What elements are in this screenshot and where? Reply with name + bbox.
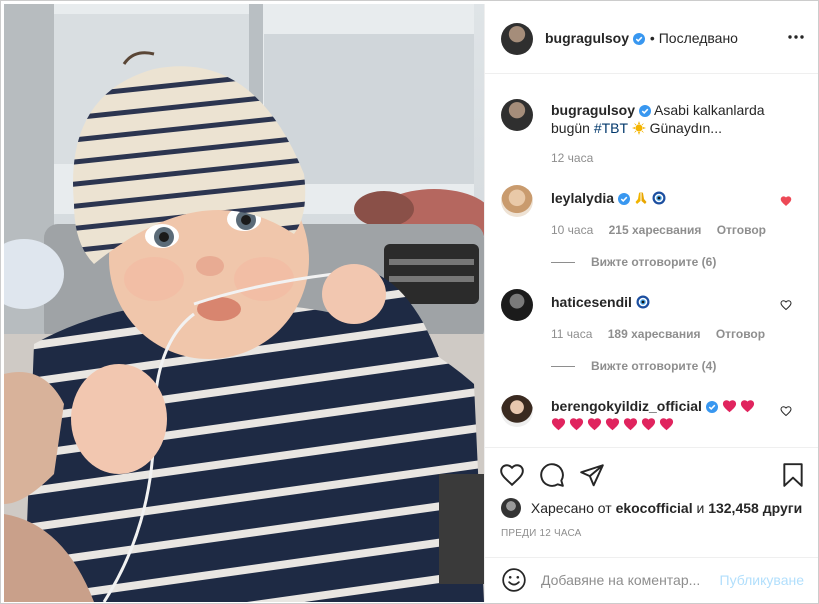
verified-icon: [705, 401, 718, 413]
follow-status-button[interactable]: Последвано: [659, 30, 738, 46]
red-heart-emoji: [605, 418, 620, 431]
comment-input[interactable]: [541, 570, 711, 590]
caption-meta: 12 часа: [551, 151, 605, 165]
verified-icon: [633, 33, 646, 45]
smiley-icon[interactable]: [501, 567, 527, 593]
comments-list[interactable]: bugragulsoy Asabi kalkanlarda bugün #TBT…: [485, 75, 818, 447]
reply-button[interactable]: Отговор: [716, 327, 765, 341]
liked-by-user[interactable]: ekocofficial: [616, 500, 693, 516]
caption-username[interactable]: bugragulsoy: [551, 102, 635, 118]
comment-body: haticesendil: [551, 293, 771, 311]
post-actions-section: Харесано от ekocofficial и 132,458 други…: [485, 447, 818, 557]
post-header: bugragulsoy • Последвано: [485, 4, 818, 74]
liked-by-summary[interactable]: Харесано от ekocofficial и 132,458 други: [501, 498, 802, 518]
verified-icon: [638, 105, 651, 117]
red-heart-emoji: [569, 418, 584, 431]
comment-body: berengokyildiz_official: [551, 397, 781, 433]
owner-row: bugragulsoy • Последвано: [545, 30, 738, 48]
post-side-panel: bugragulsoy • Последвано bugragulsoy Asa…: [484, 4, 818, 602]
caption-time[interactable]: 12 часа: [551, 151, 593, 165]
nazar-emoji: [652, 191, 666, 205]
view-replies-button[interactable]: Вижте отговорите (4): [551, 359, 716, 373]
share-icon[interactable]: [579, 462, 605, 488]
comment-likes[interactable]: 189 харесвания: [608, 327, 701, 341]
view-replies-label: Вижте отговорите (6): [591, 255, 717, 269]
red-heart-emoji: [722, 400, 736, 413]
liked-by-and: и: [696, 500, 705, 516]
caption-owner-avatar[interactable]: [501, 99, 533, 131]
verified-icon: [617, 193, 630, 205]
commenter-avatar[interactable]: [501, 185, 533, 217]
replies-divider: [551, 366, 575, 368]
comment-body: leylalydia: [551, 189, 771, 207]
caption-text-1: Asabi kalkanlarda: [654, 102, 765, 118]
liker-avatar[interactable]: [501, 498, 521, 518]
comment-meta: 10 часа 215 харесвания Отговор: [551, 223, 778, 237]
view-replies-label: Вижте отговорите (4): [591, 359, 717, 373]
nazar-emoji: [636, 295, 650, 309]
comment-time[interactable]: 10 часа: [551, 223, 593, 237]
comment-likes[interactable]: 215 харесвания: [609, 223, 702, 237]
more-icon[interactable]: [788, 34, 804, 40]
heart-icon[interactable]: [499, 462, 525, 488]
red-heart-emoji: [587, 418, 602, 431]
caption-text-3: Günaydın...: [649, 120, 722, 136]
add-comment-bar: Публикуване: [485, 557, 818, 602]
caption-body: bugragulsoy Asabi kalkanlarda bugün #TBT…: [551, 101, 771, 137]
reply-button[interactable]: Отговор: [717, 223, 766, 237]
comment-time[interactable]: 11 часа: [551, 327, 592, 341]
replies-divider: [551, 262, 575, 264]
commenter-username[interactable]: leylalydia: [551, 190, 614, 206]
liked-by-count[interactable]: 132,458 други: [708, 500, 802, 516]
red-heart-emoji: [641, 418, 656, 431]
pray-emoji: [635, 192, 647, 204]
post-modal: bugragulsoy • Последвано bugragulsoy Asa…: [0, 0, 819, 604]
red-heart-emoji: [551, 418, 566, 431]
red-heart-emoji: [659, 418, 674, 431]
commenter-avatar[interactable]: [501, 395, 533, 427]
commenter-username[interactable]: haticesendil: [551, 294, 632, 310]
post-photo[interactable]: [4, 4, 484, 602]
view-replies-button[interactable]: Вижте отговорите (6): [551, 255, 716, 269]
caption-text-2: bugün: [551, 120, 590, 136]
sun-emoji: [631, 121, 646, 135]
baby-photo-image: [4, 4, 484, 602]
owner-username[interactable]: bugragulsoy: [545, 30, 629, 46]
owner-avatar[interactable]: [501, 23, 533, 55]
comment-heart-icon[interactable]: [780, 405, 792, 417]
commenter-avatar[interactable]: [501, 289, 533, 321]
post-timestamp[interactable]: ПРЕДИ 12 ЧАСА: [501, 528, 582, 539]
liked-by-prefix: Харесано от: [530, 500, 612, 516]
comment-heart-icon[interactable]: [780, 195, 792, 207]
bookmark-icon[interactable]: [780, 462, 806, 488]
red-heart-emoji: [623, 418, 638, 431]
red-heart-emoji: [740, 400, 754, 413]
separator-dot: •: [649, 30, 659, 46]
comment-heart-icon[interactable]: [780, 299, 792, 311]
comment-icon[interactable]: [539, 462, 565, 488]
comment-meta: 11 часа 189 харесвания Отговор: [551, 327, 777, 341]
caption-hashtag[interactable]: #TBT: [594, 120, 628, 136]
publish-comment-button[interactable]: Публикуване: [720, 572, 804, 588]
commenter-username[interactable]: berengokyildiz_official: [551, 398, 702, 414]
